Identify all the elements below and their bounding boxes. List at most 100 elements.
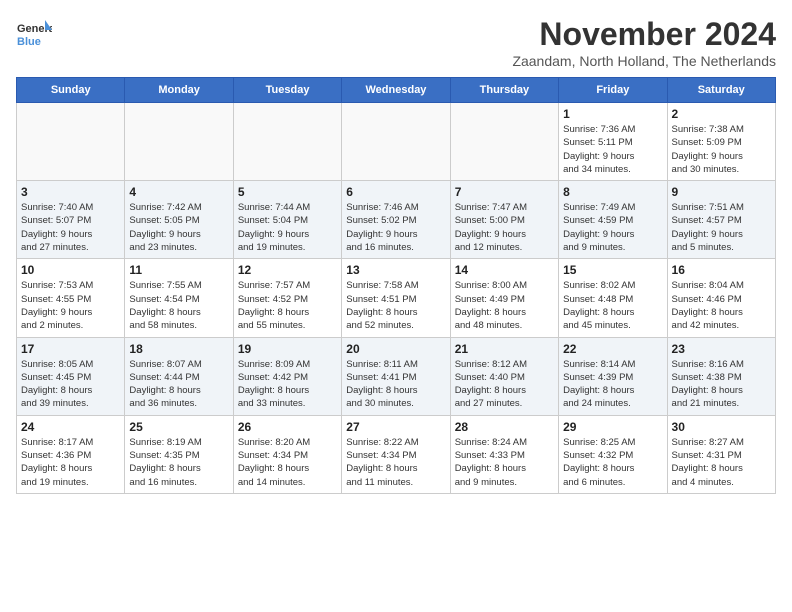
day-number-26: 26 (238, 420, 337, 434)
day-number-6: 6 (346, 185, 445, 199)
day-10: 10 Sunrise: 7:53 AM Sunset: 4:55 PM Dayli… (17, 259, 125, 337)
day-info-4: Sunrise: 7:42 AM Sunset: 5:05 PM Dayligh… (129, 201, 228, 254)
day-info-8: Sunrise: 7:49 AM Sunset: 4:59 PM Dayligh… (563, 201, 662, 254)
day-info-12: Sunrise: 7:57 AM Sunset: 4:52 PM Dayligh… (238, 279, 337, 332)
day-number-21: 21 (455, 342, 554, 356)
day-info-19: Sunrise: 8:09 AM Sunset: 4:42 PM Dayligh… (238, 358, 337, 411)
weekday-thursday: Thursday (450, 78, 558, 103)
day-number-8: 8 (563, 185, 662, 199)
day-3: 3Sunrise: 7:40 AM Sunset: 5:07 PM Daylig… (17, 181, 125, 259)
week-row-4: 17 Sunrise: 8:05 AM Sunset: 4:45 PM Dayli… (17, 337, 776, 415)
day-23: 23 Sunrise: 8:16 AM Sunset: 4:38 PM Dayli… (667, 337, 775, 415)
day-16: 16 Sunrise: 8:04 AM Sunset: 4:46 PM Dayli… (667, 259, 775, 337)
day-number-23: 23 (672, 342, 771, 356)
calendar-table: SundayMondayTuesdayWednesdayThursdayFrid… (16, 77, 776, 494)
day-number-13: 13 (346, 263, 445, 277)
day-info-13: Sunrise: 7:58 AM Sunset: 4:51 PM Dayligh… (346, 279, 445, 332)
day-info-11: Sunrise: 7:55 AM Sunset: 4:54 PM Dayligh… (129, 279, 228, 332)
day-8: 8 Sunrise: 7:49 AM Sunset: 4:59 PM Daylig… (559, 181, 667, 259)
day-number-10: 10 (21, 263, 120, 277)
day-20: 20 Sunrise: 8:11 AM Sunset: 4:41 PM Dayli… (342, 337, 450, 415)
day-info-6: Sunrise: 7:46 AM Sunset: 5:02 PM Dayligh… (346, 201, 445, 254)
day-info-15: Sunrise: 8:02 AM Sunset: 4:48 PM Dayligh… (563, 279, 662, 332)
header: General Blue November 2024 Zaandam, Nort… (16, 16, 776, 69)
svg-text:Blue: Blue (17, 36, 41, 48)
day-number-29: 29 (563, 420, 662, 434)
day-17: 17 Sunrise: 8:05 AM Sunset: 4:45 PM Dayli… (17, 337, 125, 415)
weekday-friday: Friday (559, 78, 667, 103)
day-info-16: Sunrise: 8:04 AM Sunset: 4:46 PM Dayligh… (672, 279, 771, 332)
day-info-22: Sunrise: 8:14 AM Sunset: 4:39 PM Dayligh… (563, 358, 662, 411)
day-info-17: Sunrise: 8:05 AM Sunset: 4:45 PM Dayligh… (21, 358, 120, 411)
weekday-wednesday: Wednesday (342, 78, 450, 103)
day-number-24: 24 (21, 420, 120, 434)
weekday-sunday: Sunday (17, 78, 125, 103)
day-info-24: Sunrise: 8:17 AM Sunset: 4:36 PM Dayligh… (21, 436, 120, 489)
day-number-11: 11 (129, 263, 228, 277)
day-number-30: 30 (672, 420, 771, 434)
day-26: 26 Sunrise: 8:20 AM Sunset: 4:34 PM Dayli… (233, 415, 341, 493)
day-number-4: 4 (129, 185, 228, 199)
day-1: 1 Sunrise: 7:36 AM Sunset: 5:11 PM Daylig… (559, 103, 667, 181)
day-18: 18 Sunrise: 8:07 AM Sunset: 4:44 PM Dayli… (125, 337, 233, 415)
day-empty (233, 103, 341, 181)
day-22: 22 Sunrise: 8:14 AM Sunset: 4:39 PM Dayli… (559, 337, 667, 415)
day-info-7: Sunrise: 7:47 AM Sunset: 5:00 PM Dayligh… (455, 201, 554, 254)
day-info-29: Sunrise: 8:25 AM Sunset: 4:32 PM Dayligh… (563, 436, 662, 489)
day-number-28: 28 (455, 420, 554, 434)
day-empty (450, 103, 558, 181)
day-25: 25Sunrise: 8:19 AM Sunset: 4:35 PM Dayli… (125, 415, 233, 493)
day-21: 21Sunrise: 8:12 AM Sunset: 4:40 PM Dayli… (450, 337, 558, 415)
day-number-22: 22 (563, 342, 662, 356)
day-number-1: 1 (563, 107, 662, 121)
day-empty (17, 103, 125, 181)
day-number-19: 19 (238, 342, 337, 356)
day-info-20: Sunrise: 8:11 AM Sunset: 4:41 PM Dayligh… (346, 358, 445, 411)
logo: General Blue (16, 16, 52, 52)
day-info-10: Sunrise: 7:53 AM Sunset: 4:55 PM Dayligh… (21, 279, 120, 332)
weekday-monday: Monday (125, 78, 233, 103)
weekday-saturday: Saturday (667, 78, 775, 103)
day-29: 29 Sunrise: 8:25 AM Sunset: 4:32 PM Dayli… (559, 415, 667, 493)
week-row-1: 1 Sunrise: 7:36 AM Sunset: 5:11 PM Daylig… (17, 103, 776, 181)
weekday-tuesday: Tuesday (233, 78, 341, 103)
day-6: 6 Sunrise: 7:46 AM Sunset: 5:02 PM Daylig… (342, 181, 450, 259)
day-number-27: 27 (346, 420, 445, 434)
title-section: November 2024 Zaandam, North Holland, Th… (512, 16, 776, 69)
day-number-17: 17 (21, 342, 120, 356)
day-info-25: Sunrise: 8:19 AM Sunset: 4:35 PM Dayligh… (129, 436, 228, 489)
day-info-14: Sunrise: 8:00 AM Sunset: 4:49 PM Dayligh… (455, 279, 554, 332)
day-info-2: Sunrise: 7:38 AM Sunset: 5:09 PM Dayligh… (672, 123, 771, 176)
day-number-20: 20 (346, 342, 445, 356)
day-9: 9Sunrise: 7:51 AM Sunset: 4:57 PM Daylig… (667, 181, 775, 259)
day-number-5: 5 (238, 185, 337, 199)
day-4: 4 Sunrise: 7:42 AM Sunset: 5:05 PM Daylig… (125, 181, 233, 259)
day-27: 27 Sunrise: 8:22 AM Sunset: 4:34 PM Dayli… (342, 415, 450, 493)
day-number-16: 16 (672, 263, 771, 277)
day-info-5: Sunrise: 7:44 AM Sunset: 5:04 PM Dayligh… (238, 201, 337, 254)
day-empty (342, 103, 450, 181)
day-info-1: Sunrise: 7:36 AM Sunset: 5:11 PM Dayligh… (563, 123, 662, 176)
week-row-2: 3Sunrise: 7:40 AM Sunset: 5:07 PM Daylig… (17, 181, 776, 259)
day-14: 14 Sunrise: 8:00 AM Sunset: 4:49 PM Dayli… (450, 259, 558, 337)
day-info-18: Sunrise: 8:07 AM Sunset: 4:44 PM Dayligh… (129, 358, 228, 411)
day-info-27: Sunrise: 8:22 AM Sunset: 4:34 PM Dayligh… (346, 436, 445, 489)
day-19: 19 Sunrise: 8:09 AM Sunset: 4:42 PM Dayli… (233, 337, 341, 415)
day-number-14: 14 (455, 263, 554, 277)
day-info-23: Sunrise: 8:16 AM Sunset: 4:38 PM Dayligh… (672, 358, 771, 411)
week-row-5: 24 Sunrise: 8:17 AM Sunset: 4:36 PM Dayli… (17, 415, 776, 493)
day-number-2: 2 (672, 107, 771, 121)
day-empty (125, 103, 233, 181)
day-15: 15Sunrise: 8:02 AM Sunset: 4:48 PM Dayli… (559, 259, 667, 337)
day-info-9: Sunrise: 7:51 AM Sunset: 4:57 PM Dayligh… (672, 201, 771, 254)
month-title: November 2024 (512, 16, 776, 53)
day-number-18: 18 (129, 342, 228, 356)
location-title: Zaandam, North Holland, The Netherlands (512, 53, 776, 69)
day-24: 24 Sunrise: 8:17 AM Sunset: 4:36 PM Dayli… (17, 415, 125, 493)
day-13: 13 Sunrise: 7:58 AM Sunset: 4:51 PM Dayli… (342, 259, 450, 337)
day-number-7: 7 (455, 185, 554, 199)
day-info-26: Sunrise: 8:20 AM Sunset: 4:34 PM Dayligh… (238, 436, 337, 489)
logo-svg: General Blue (16, 16, 52, 52)
day-5: 5 Sunrise: 7:44 AM Sunset: 5:04 PM Daylig… (233, 181, 341, 259)
day-info-3: Sunrise: 7:40 AM Sunset: 5:07 PM Dayligh… (21, 201, 120, 254)
